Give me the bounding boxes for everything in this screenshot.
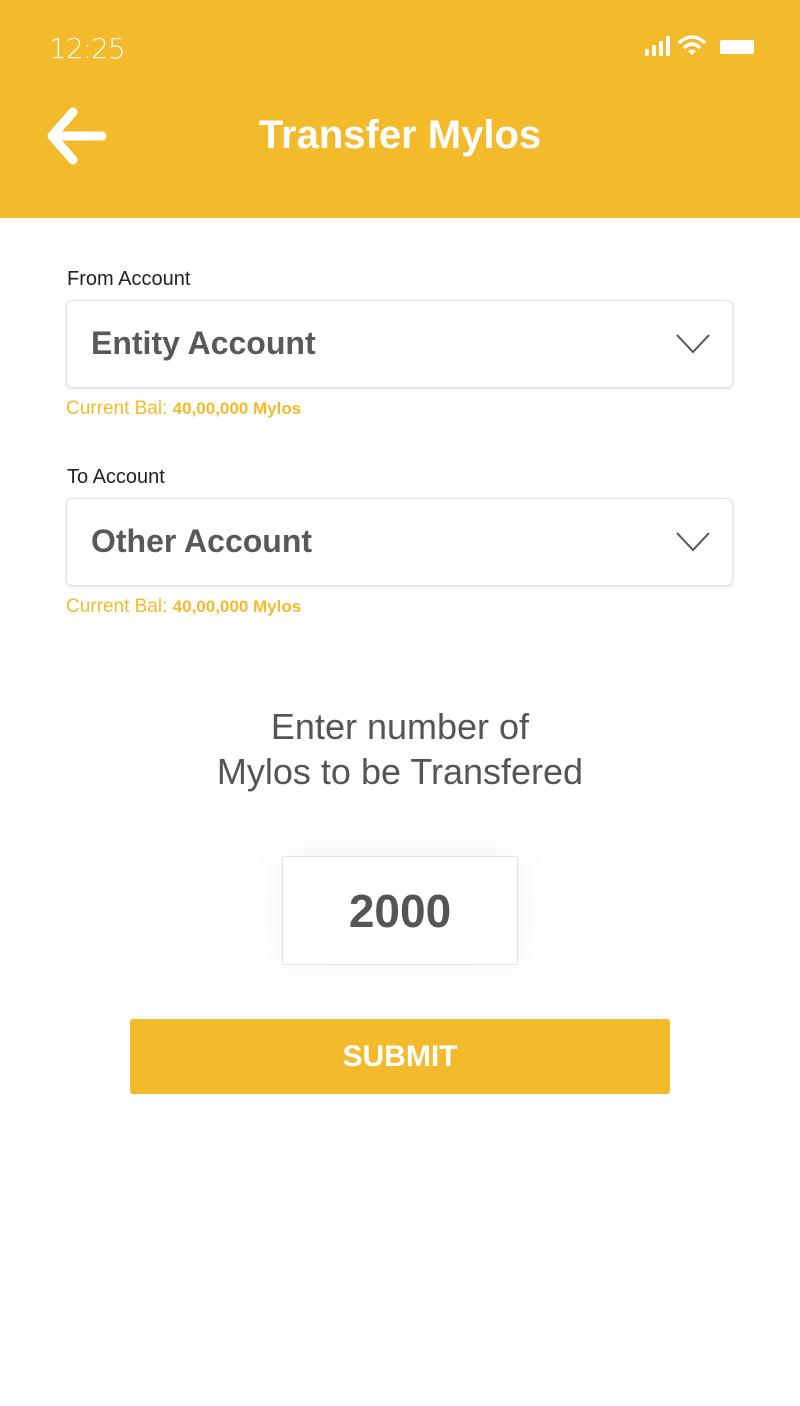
from-account-label: From Account <box>67 268 191 290</box>
balance-label: Current Bal: <box>66 398 168 419</box>
chevron-down-icon <box>676 334 710 354</box>
prompt-line-1: Enter number of <box>270 706 530 747</box>
prompt-line-2: Mylos to be Transfered <box>216 751 584 792</box>
app-header: 12:25 Transfer Mylos <box>0 0 800 218</box>
to-account-label: To Account <box>67 466 165 488</box>
balance-value: 40,00,000 Mylos <box>172 399 302 418</box>
amount-prompt: Enter number of Mylos to be Transfered <box>0 704 800 794</box>
status-icons <box>645 34 754 56</box>
status-time: 12:25 <box>49 32 126 65</box>
chevron-down-icon <box>676 532 710 552</box>
page-title: Transfer Mylos <box>258 113 542 157</box>
from-balance: Current Bal: 40,00,000 Mylos <box>66 398 301 420</box>
battery-icon <box>720 40 754 54</box>
wifi-icon <box>678 35 706 55</box>
to-account-select[interactable]: Other Account <box>66 498 733 586</box>
submit-button[interactable]: SUBMIT <box>130 1019 670 1094</box>
from-account-value: Entity Account <box>91 325 316 361</box>
to-account-value: Other Account <box>91 523 313 559</box>
balance-label: Current Bal: <box>66 596 168 617</box>
balance-value: 40,00,000 Mylos <box>172 597 302 616</box>
amount-input[interactable]: 2000 <box>282 856 518 965</box>
signal-icon <box>645 36 670 56</box>
to-balance: Current Bal: 40,00,000 Mylos <box>66 596 301 618</box>
from-account-select[interactable]: Entity Account <box>66 300 733 388</box>
